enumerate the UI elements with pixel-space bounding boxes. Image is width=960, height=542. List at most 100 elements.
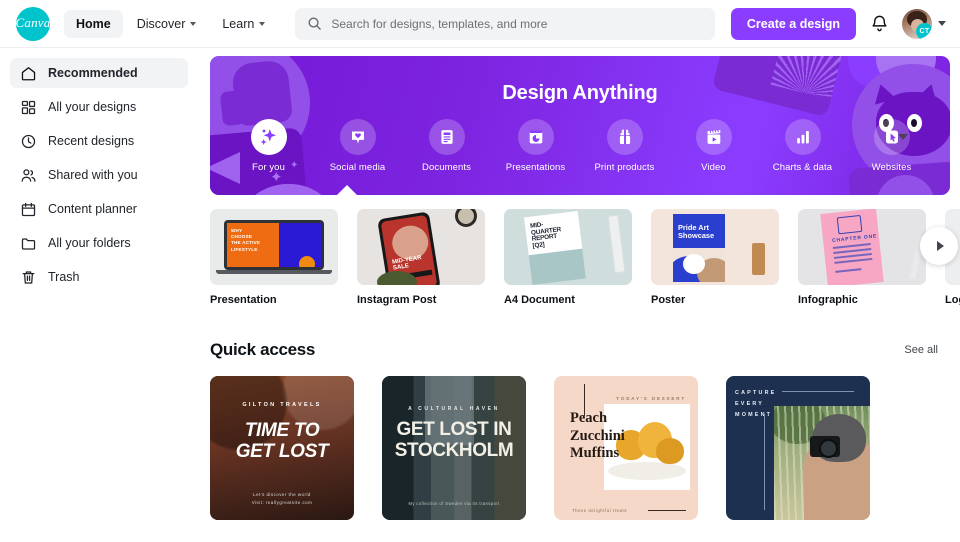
banner-category-charts-and-data[interactable]: Charts & data <box>769 119 836 173</box>
banner-category-label: Presentations <box>505 162 566 173</box>
document-icon <box>428 119 465 155</box>
canva-logo[interactable]: Canva <box>15 6 51 41</box>
carousel-next-button[interactable] <box>920 227 958 265</box>
template-thumbnail: Pride Art Showcase <box>651 209 779 285</box>
quick-access-card-peach-zucchini-muffins[interactable]: TODAY'S DESSERT Peach Zucchini Muffins The… <box>554 376 698 520</box>
template-art-text: MID-YEAR SALE <box>391 254 422 273</box>
sidebar-item-label: Content planner <box>48 202 137 216</box>
nav-item-home-label: Home <box>76 16 111 31</box>
banner-category-label: Charts & data <box>772 162 833 173</box>
banner-category-label: Print products <box>594 162 655 173</box>
template-thumbnail: MID-YEAR SALE <box>357 209 485 285</box>
account-menu[interactable]: CT <box>902 8 946 39</box>
template-art-text: Pride Art Showcase <box>678 223 715 241</box>
selected-category-pointer <box>336 185 358 195</box>
template-label: Poster <box>651 294 686 306</box>
nav-item-discover-label: Discover <box>136 16 186 31</box>
main-nav: Home Discover Learn <box>64 9 277 38</box>
bell-icon[interactable] <box>870 14 889 33</box>
template-card-poster[interactable]: Pride Art Showcase Poster <box>651 209 779 306</box>
folder-icon <box>21 237 36 250</box>
template-card-infographic[interactable]: CHAPTER ONE Infographic <box>798 209 926 306</box>
canva-logo-text: Canva <box>15 14 51 30</box>
card-kicker: A CULTURAL HAVEN <box>408 406 500 412</box>
chevron-right-icon <box>936 241 944 251</box>
decoration-swoosh <box>236 180 336 195</box>
sidebar-item-label: Shared with you <box>48 168 138 182</box>
sidebar-item-content-planner[interactable]: Content planner <box>10 194 188 224</box>
heart-pin-icon <box>339 119 376 155</box>
quick-access-card-get-lost-in-stockholm[interactable]: A CULTURAL HAVEN GET LOST IN STOCKHOLM My… <box>382 376 526 520</box>
design-anything-banner: ✦ ✦ Design Anything For you Social media… <box>210 56 950 195</box>
quick-access-card-capture-every-moment[interactable]: CAPTURE EVERY MOMENT <box>726 376 870 520</box>
chevron-down-icon <box>938 21 946 26</box>
banner-title: Design Anything <box>502 82 658 104</box>
avatar[interactable]: CT <box>902 8 932 39</box>
sidebar-item-label: Recent designs <box>48 134 135 148</box>
template-card-instagram-post[interactable]: MID-YEAR SALE Instagram Post <box>357 209 485 306</box>
sidebar-item-label: Recommended <box>48 66 138 80</box>
template-label: Presentation <box>210 294 277 306</box>
banner-category-label: Video <box>701 162 726 173</box>
sidebar-item-recommended[interactable]: Recommended <box>10 58 188 88</box>
sidebar-item-label: All your designs <box>48 100 137 114</box>
card-footer: These delightful treats <box>572 508 628 513</box>
template-label: A4 Document <box>504 294 575 306</box>
sidebar: Recommended All your designs Recent desi… <box>0 48 198 542</box>
banner-category-label: Websites <box>871 162 912 173</box>
search-input[interactable] <box>331 16 703 31</box>
sidebar-item-all-your-designs[interactable]: All your designs <box>10 92 188 122</box>
template-label: Infographic <box>798 294 858 306</box>
calendar-icon <box>21 202 36 216</box>
top-header: Canva Home Discover Learn Create a desig… <box>0 0 960 48</box>
quick-access-see-all-link[interactable]: See all <box>904 344 938 356</box>
nav-item-discover[interactable]: Discover <box>125 10 209 38</box>
card-kicker: GILTON TRAVELS <box>242 402 322 408</box>
sidebar-item-all-your-folders[interactable]: All your folders <box>10 228 188 258</box>
trash-icon <box>22 270 35 284</box>
sidebar-item-label: All your folders <box>48 236 131 250</box>
clapperboard-icon <box>695 119 732 155</box>
card-title: TIME TO GET LOST <box>235 420 329 463</box>
main-content: ✦ ✦ Design Anything For you Social media… <box>198 48 960 542</box>
banner-category-list: For you Social media Documents Presentat… <box>210 119 950 173</box>
banner-category-print-products[interactable]: Print products <box>591 119 658 173</box>
banner-category-label: Social media <box>329 162 386 173</box>
sidebar-item-recent-designs[interactable]: Recent designs <box>10 126 188 156</box>
banner-category-websites[interactable]: Websites <box>858 119 925 173</box>
template-label: Instagram Post <box>357 294 437 306</box>
create-a-design-button[interactable]: Create a design <box>730 7 856 40</box>
banner-category-documents[interactable]: Documents <box>413 119 480 173</box>
template-art-text: WHY CHOOSE THE ACTIVE LIFESTYLE <box>231 228 261 252</box>
cursor-icon <box>873 119 910 155</box>
nav-item-learn[interactable]: Learn <box>210 10 277 38</box>
search-icon <box>308 17 322 30</box>
card-title: Peach Zucchini Muffins <box>570 410 625 462</box>
clock-icon <box>21 134 36 148</box>
people-icon <box>21 168 36 182</box>
banner-category-video[interactable]: Video <box>680 119 747 173</box>
template-card-a4-document[interactable]: MID- QUARTER REPORT [Q2] A4 Document <box>504 209 632 306</box>
template-carousel: WHY CHOOSE THE ACTIVE LIFESTYLE Presentatio… <box>210 209 960 306</box>
page-body: Recommended All your designs Recent desi… <box>0 48 960 542</box>
card-kicker: CAPTURE EVERY MOMENT <box>735 390 777 419</box>
template-card-presentation[interactable]: WHY CHOOSE THE ACTIVE LIFESTYLE Presentatio… <box>210 209 338 306</box>
banner-category-presentations[interactable]: Presentations <box>502 119 569 173</box>
quick-access-header: Quick access See all <box>210 340 938 360</box>
nav-item-home[interactable]: Home <box>64 9 123 38</box>
search-bar[interactable] <box>295 7 715 40</box>
quick-access-card-time-to-get-lost[interactable]: GILTON TRAVELS TIME TO GET LOST Let's dis… <box>210 376 354 520</box>
card-kicker: TODAY'S DESSERT <box>616 396 686 401</box>
nav-item-learn-label: Learn <box>222 16 255 31</box>
home-icon <box>21 66 36 80</box>
sidebar-item-trash[interactable]: Trash <box>10 262 188 292</box>
avatar-initials-badge: CT <box>916 22 932 39</box>
card-footer: Let's discover the world Visit: reallygre… <box>251 492 313 505</box>
presentation-icon <box>517 119 554 155</box>
banner-category-for-you[interactable]: For you <box>235 119 302 173</box>
banner-category-social-media[interactable]: Social media <box>324 119 391 173</box>
sidebar-item-shared-with-you[interactable]: Shared with you <box>10 160 188 190</box>
chevron-down-icon <box>259 22 266 26</box>
bar-chart-icon <box>784 119 821 155</box>
quick-access-card-list: GILTON TRAVELS TIME TO GET LOST Let's dis… <box>210 376 960 520</box>
